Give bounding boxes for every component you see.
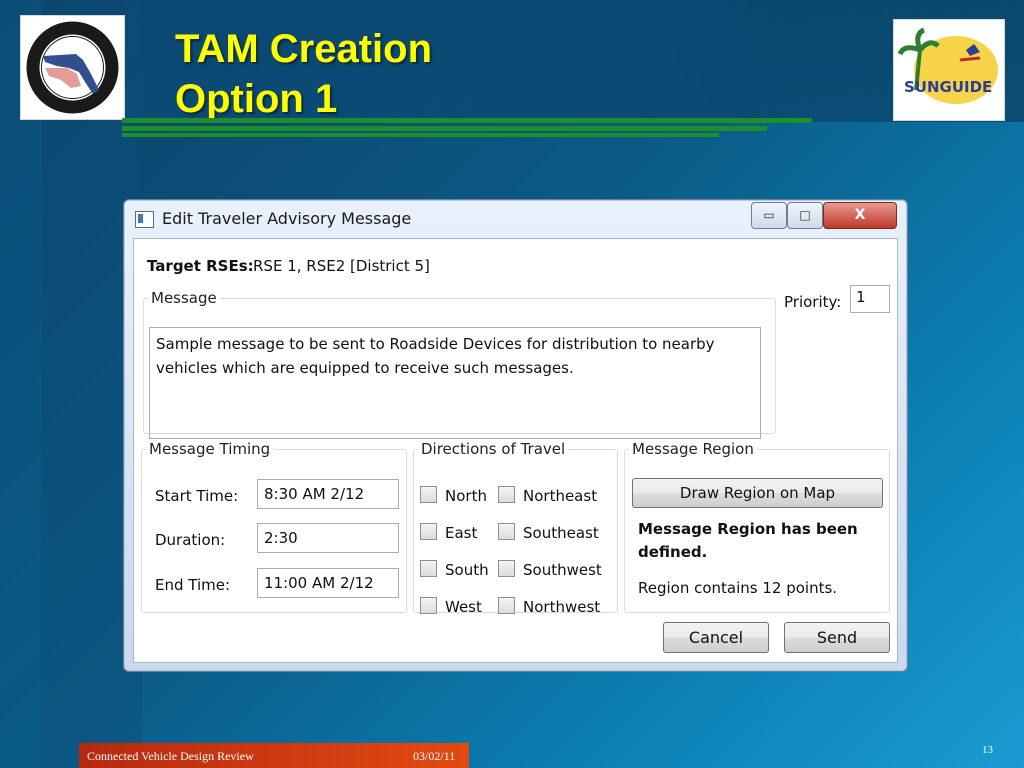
- message-timing-legend: Message Timing: [149, 440, 271, 458]
- dialog-titlebar[interactable]: Edit Traveler Advisory Message ▭ □ X: [124, 200, 907, 238]
- sunguide-logo: SUNGUIDE: [893, 19, 1005, 121]
- checkbox-box: [498, 523, 515, 540]
- end-time-input[interactable]: 11:00 AM 2/12: [257, 568, 399, 598]
- region-status: Message Region has been defined.: [638, 520, 858, 561]
- message-legend: Message: [151, 289, 217, 307]
- northwest-checkbox[interactable]: Northwest: [498, 597, 600, 617]
- east-checkbox[interactable]: East: [420, 523, 477, 543]
- duration-input[interactable]: 2:30: [257, 523, 399, 553]
- edit-advisory-dialog: Edit Traveler Advisory Message ▭ □ X Tar…: [123, 199, 908, 672]
- southwest-label: Southwest: [523, 561, 602, 579]
- fdot-logo: [20, 15, 125, 120]
- southeast-label: Southeast: [523, 524, 599, 542]
- west-checkbox[interactable]: West: [420, 597, 482, 617]
- northeast-label: Northeast: [523, 487, 598, 505]
- priority-label: Priority:: [784, 293, 842, 311]
- directions-legend: Directions of Travel: [421, 440, 566, 458]
- message-group: Message Sample message to be sent to Roa…: [143, 289, 776, 439]
- draw-region-button[interactable]: Draw Region on Map: [632, 478, 883, 508]
- end-time-label: End Time:: [155, 576, 231, 594]
- dialog-content: Target RSEs: RSE 1, RSE2 [District 5] Me…: [133, 238, 898, 663]
- target-rses-value: RSE 1, RSE2 [District 5]: [253, 257, 430, 275]
- east-label: East: [445, 524, 478, 542]
- cancel-button[interactable]: Cancel: [663, 622, 769, 653]
- north-checkbox[interactable]: North: [420, 486, 487, 506]
- message-textarea[interactable]: Sample message to be sent to Roadside De…: [149, 327, 761, 439]
- directions-group: Directions of Travel North Northeast Eas…: [413, 440, 618, 616]
- southwest-checkbox[interactable]: Southwest: [498, 560, 602, 580]
- south-checkbox[interactable]: South: [420, 560, 489, 580]
- page-number: 13: [982, 744, 993, 756]
- south-label: South: [445, 561, 489, 579]
- duration-label: Duration:: [155, 531, 226, 549]
- start-time-label: Start Time:: [155, 487, 239, 505]
- northeast-checkbox[interactable]: Northeast: [498, 486, 597, 506]
- checkbox-box: [420, 486, 437, 503]
- start-time-input[interactable]: 8:30 AM 2/12: [257, 479, 399, 509]
- target-rses-label: Target RSEs:: [147, 257, 254, 275]
- north-label: North: [445, 487, 487, 505]
- close-button[interactable]: X: [823, 202, 897, 229]
- checkbox-box: [498, 597, 515, 614]
- footer-title: Connected Vehicle Design Review: [87, 749, 254, 763]
- maximize-button[interactable]: □: [787, 202, 823, 229]
- checkbox-box: [420, 560, 437, 577]
- southeast-checkbox[interactable]: Southeast: [498, 523, 599, 543]
- message-region-group: Message Region Draw Region on Map Messag…: [624, 440, 890, 613]
- west-label: West: [445, 598, 482, 616]
- footer-bar: Connected Vehicle Design Review 03/02/11: [79, 743, 469, 768]
- minimize-button[interactable]: ▭: [751, 202, 787, 229]
- priority-input[interactable]: 1: [850, 285, 890, 313]
- slide-title-line-2: Option 1: [175, 77, 338, 121]
- window-app-icon: [135, 211, 154, 228]
- title-rule: [122, 118, 822, 140]
- message-timing-group: Message Timing Start Time: 8:30 AM 2/12 …: [141, 440, 407, 613]
- region-info: Region contains 12 points.: [638, 579, 838, 597]
- footer-date: 03/02/11: [413, 749, 456, 763]
- message-region-legend: Message Region: [632, 440, 754, 458]
- send-button[interactable]: Send: [784, 622, 890, 653]
- checkbox-box: [420, 523, 437, 540]
- checkbox-box: [498, 560, 515, 577]
- checkbox-box: [420, 597, 437, 614]
- northwest-label: Northwest: [523, 598, 601, 616]
- dialog-title: Edit Traveler Advisory Message: [162, 209, 412, 228]
- svg-text:SUNGUIDE: SUNGUIDE: [904, 78, 992, 96]
- slide-title-line-1: TAM Creation: [175, 27, 433, 71]
- slide-title: TAM Creation Option 1: [175, 24, 432, 124]
- checkbox-box: [498, 486, 515, 503]
